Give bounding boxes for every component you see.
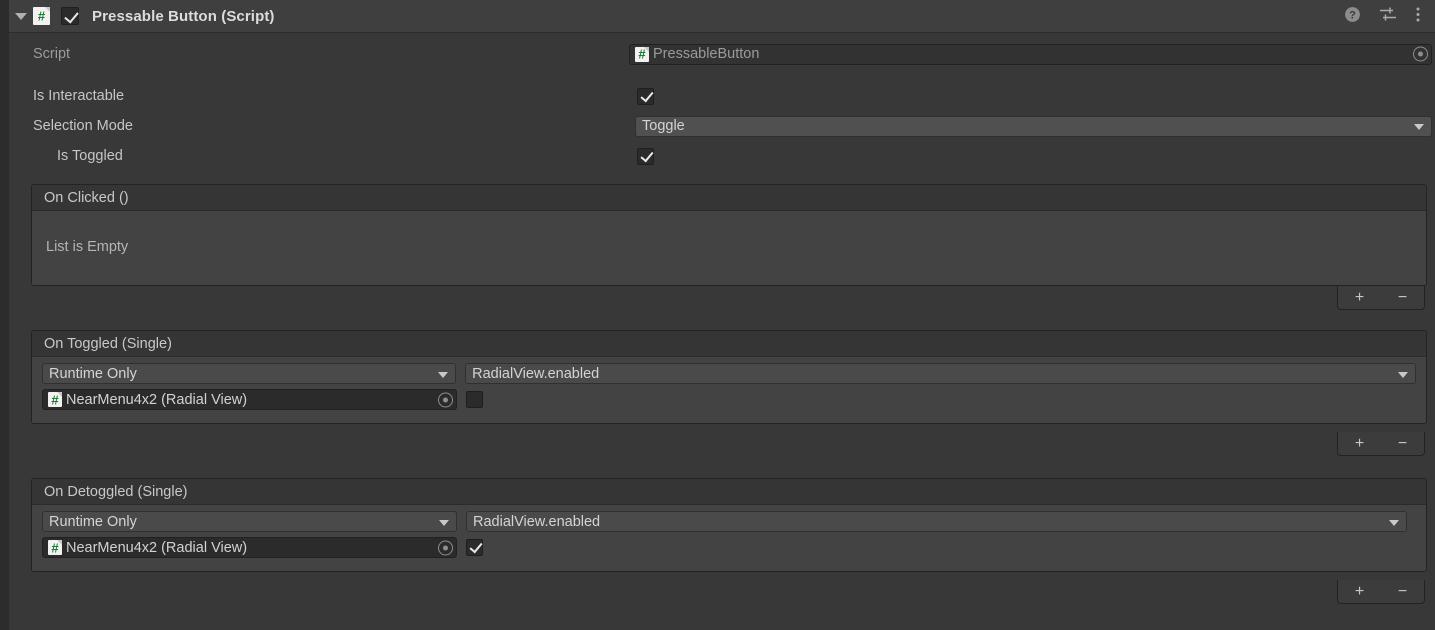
empty-list-text: List is Empty bbox=[46, 239, 129, 255]
component-title: Pressable Button (Script) bbox=[92, 7, 275, 25]
event-list-on-toggled: On Toggled (Single) Runtime Only RadialV… bbox=[31, 330, 1427, 456]
event-header-label: On Toggled (Single) bbox=[32, 331, 1426, 357]
checkmark-icon bbox=[64, 8, 79, 24]
add-event-button[interactable]: + bbox=[1347, 435, 1372, 452]
event-box: On Toggled (Single) Runtime Only RadialV… bbox=[31, 330, 1427, 424]
call-state-dropdown[interactable]: Runtime Only bbox=[42, 363, 457, 384]
add-event-button[interactable]: + bbox=[1347, 289, 1372, 306]
chevron-down-icon bbox=[438, 371, 449, 378]
event-list-on-clicked: On Clicked () List is Empty + − bbox=[31, 184, 1427, 310]
is-toggled-row: Is Toggled bbox=[9, 141, 1435, 171]
preset-icon[interactable] bbox=[1379, 6, 1397, 27]
is-toggled-checkbox[interactable] bbox=[637, 147, 654, 165]
event-body: Runtime Only RadialView.enabled NearMenu… bbox=[32, 505, 1426, 571]
event-box: On Clicked () List is Empty bbox=[31, 184, 1427, 286]
chevron-down-icon bbox=[1389, 519, 1399, 526]
event-box: On Detoggled (Single) Runtime Only Radia… bbox=[31, 478, 1427, 572]
target-object-field[interactable]: NearMenu4x2 (Radial View) bbox=[42, 389, 457, 410]
is-interactable-label: Is Interactable bbox=[33, 88, 125, 104]
script-row: Script PressableButton bbox=[9, 39, 1435, 69]
is-interactable-checkbox[interactable] bbox=[637, 87, 654, 105]
script-row-label: Script bbox=[33, 46, 71, 62]
script-object-field[interactable]: PressableButton bbox=[629, 43, 1432, 65]
call-state-value: Runtime Only bbox=[49, 513, 137, 530]
svg-text:?: ? bbox=[1349, 9, 1356, 21]
argument-checkbox[interactable] bbox=[466, 391, 483, 408]
object-picker-icon[interactable] bbox=[438, 540, 453, 555]
event-entry-top-line: Runtime Only RadialView.enabled bbox=[42, 511, 1416, 532]
event-header-label: On Clicked () bbox=[32, 185, 1426, 211]
selection-mode-label: Selection Mode bbox=[33, 118, 133, 134]
chevron-down-icon bbox=[1398, 371, 1408, 378]
script-object-value: PressableButton bbox=[653, 46, 760, 62]
component-enabled-checkbox[interactable] bbox=[61, 7, 79, 25]
remove-event-button[interactable]: − bbox=[1390, 289, 1415, 306]
add-event-button[interactable]: + bbox=[1347, 583, 1372, 600]
chevron-down-icon bbox=[1414, 124, 1424, 130]
inspector-panel: Pressable Button (Script) ? bbox=[0, 0, 1435, 630]
event-footer-on-toggled: + − bbox=[1337, 432, 1425, 456]
selection-mode-dropdown[interactable]: Toggle bbox=[635, 115, 1432, 137]
remove-event-button[interactable]: − bbox=[1390, 435, 1415, 452]
method-dropdown[interactable]: RadialView.enabled bbox=[465, 363, 1416, 384]
csharp-script-icon bbox=[48, 540, 62, 555]
selection-mode-row: Selection Mode Toggle bbox=[9, 111, 1435, 141]
event-footer-on-detoggled: + − bbox=[1337, 580, 1425, 604]
is-toggled-label: Is Toggled bbox=[57, 148, 123, 164]
event-header-label: On Detoggled (Single) bbox=[32, 479, 1426, 505]
object-picker-icon[interactable] bbox=[1413, 46, 1428, 62]
event-entry-bottom-line: NearMenu4x2 (Radial View) bbox=[42, 537, 1416, 558]
event-list-on-detoggled: On Detoggled (Single) Runtime Only Radia… bbox=[31, 478, 1427, 604]
event-entry-top-line: Runtime Only RadialView.enabled bbox=[42, 363, 1416, 384]
component-foldout-toggle[interactable] bbox=[9, 0, 33, 33]
method-value: RadialView.enabled bbox=[473, 513, 601, 530]
more-menu-icon[interactable] bbox=[1415, 6, 1421, 27]
component-header[interactable]: Pressable Button (Script) ? bbox=[9, 0, 1435, 33]
call-state-value: Runtime Only bbox=[49, 365, 137, 382]
event-entry: Runtime Only RadialView.enabled NearMenu… bbox=[32, 357, 1426, 423]
event-body: List is Empty bbox=[32, 211, 1426, 285]
target-object-value: NearMenu4x2 (Radial View) bbox=[66, 539, 248, 556]
csharp-script-icon bbox=[33, 7, 50, 25]
target-object-field[interactable]: NearMenu4x2 (Radial View) bbox=[42, 537, 457, 558]
selection-mode-value: Toggle bbox=[642, 118, 685, 134]
help-icon[interactable]: ? bbox=[1344, 6, 1361, 27]
method-dropdown[interactable]: RadialView.enabled bbox=[466, 511, 1407, 532]
is-interactable-row: Is Interactable bbox=[9, 81, 1435, 111]
object-picker-icon[interactable] bbox=[438, 392, 453, 407]
csharp-script-icon bbox=[635, 46, 649, 62]
call-state-dropdown[interactable]: Runtime Only bbox=[42, 511, 457, 532]
inspector-left-rail bbox=[0, 0, 9, 630]
event-footer-on-clicked: + − bbox=[1337, 286, 1425, 310]
header-icon-group: ? bbox=[1344, 6, 1435, 27]
remove-event-button[interactable]: − bbox=[1390, 583, 1415, 600]
event-body: Runtime Only RadialView.enabled NearMenu… bbox=[32, 357, 1426, 423]
method-value: RadialView.enabled bbox=[472, 365, 600, 382]
chevron-down-icon bbox=[439, 519, 449, 526]
event-entry: Runtime Only RadialView.enabled NearMenu… bbox=[32, 505, 1426, 571]
triangle-down-icon bbox=[15, 12, 27, 20]
target-object-value: NearMenu4x2 (Radial View) bbox=[66, 391, 248, 408]
csharp-script-icon bbox=[48, 392, 62, 407]
argument-checkbox[interactable] bbox=[466, 539, 483, 556]
event-entry-bottom-line: NearMenu4x2 (Radial View) bbox=[42, 389, 1416, 410]
